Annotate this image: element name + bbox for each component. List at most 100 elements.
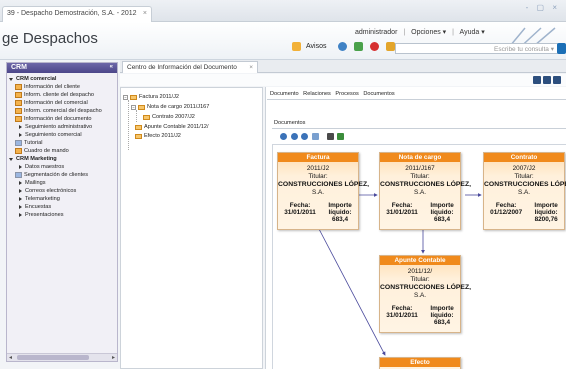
card-titular-label: Titular: <box>514 173 534 180</box>
document-card-apunte-contable[interactable]: Apunte Contable 2011/12/ Titular: CONSTR… <box>379 255 472 333</box>
sidebar-item-cuadro-mando[interactable]: Cuadro de mando <box>9 147 117 155</box>
menu-documentos[interactable]: Documentos <box>363 91 394 97</box>
card-number: 2011/J167 <box>405 165 435 172</box>
chevron-right-icon <box>19 125 22 129</box>
chart-icon[interactable] <box>354 42 364 51</box>
sidebar-item-encuestas[interactable]: Encuestas <box>9 203 117 211</box>
chevron-right-icon <box>19 165 22 169</box>
globe-icon[interactable] <box>338 42 348 51</box>
collapse-icon[interactable]: « <box>110 64 113 70</box>
search-icon[interactable] <box>557 43 566 54</box>
card-titular-label: Titular: <box>410 276 430 283</box>
sidebar-item-informacion-cliente[interactable]: Información del cliente <box>9 83 117 91</box>
card-company: CONSTRUCCIONES LÓPEZ, <box>278 181 370 188</box>
zoom-reset-icon[interactable] <box>312 133 320 140</box>
print-icon[interactable] <box>543 76 551 84</box>
sidebar-item-informacion-comercial[interactable]: Información del comercial <box>9 99 117 107</box>
scroll-left-icon[interactable]: ◂ <box>9 354 12 361</box>
report-icon <box>15 84 22 90</box>
scroll-right-icon[interactable]: ▸ <box>112 354 115 361</box>
sidebar-item-inform-comercial-despacho[interactable]: Inform. comercial del despacho <box>9 107 117 115</box>
sidebar-header: CRM « <box>7 63 117 73</box>
scrollbar-thumb[interactable] <box>17 355 89 360</box>
search-input[interactable]: Escribe tu consulta ▾ <box>395 43 558 54</box>
tree-node-nota-cargo[interactable]: − Nota de cargo 2011/J167 <box>131 104 209 110</box>
card-importe: 683,4 <box>332 216 349 223</box>
sidebar-item-crm-comercial[interactable]: CRM comercial <box>9 75 117 83</box>
help-icon[interactable] <box>533 76 541 84</box>
card-importe: 683,4 <box>434 319 451 326</box>
document-icon <box>135 124 142 130</box>
export-icon[interactable] <box>337 133 345 140</box>
help-menu[interactable]: Ayuda ▾ <box>460 29 485 36</box>
sidebar-item-tutorial[interactable]: Tutorial <box>9 139 117 147</box>
card-fecha: 01/12/2007 <box>490 209 523 216</box>
sidebar-item-correos[interactable]: Correos electrónicos <box>9 187 117 195</box>
card-number: 2011/12/ <box>407 268 433 275</box>
sidebar-item-seguimiento-administrativo[interactable]: Seguimiento administrativo <box>9 123 117 131</box>
sidebar-item-presentaciones[interactable]: Presentaciones <box>9 211 117 219</box>
menu-documento[interactable]: Documento <box>270 91 299 97</box>
chevron-right-icon <box>19 197 22 201</box>
collapse-icon[interactable]: − <box>131 104 136 110</box>
tree-node-factura[interactable]: − Factura 2011/J2 <box>123 94 179 100</box>
separator: | <box>452 29 454 36</box>
document-icon <box>143 114 150 120</box>
zoom-fit-icon[interactable] <box>301 133 309 140</box>
card-type: Factura <box>278 153 358 162</box>
document-card-contrato[interactable]: Contrato 2007/J2 Titular: CONSTRUCCIONES… <box>483 152 566 230</box>
window-controls[interactable]: - ▢ × <box>526 3 560 12</box>
menu-procesos[interactable]: Procesos <box>335 91 358 97</box>
sidebar-scrollbar[interactable]: ◂ ▸ <box>7 353 117 361</box>
avisos-link[interactable]: Avisos <box>306 43 327 50</box>
zoom-out-icon[interactable] <box>290 133 298 140</box>
main-toolbar <box>120 74 566 86</box>
user-links: administrador | Opciones ▾ | Ayuda ▾ <box>355 28 489 36</box>
tab-label: Centro de Información del Documento <box>127 64 237 71</box>
sidebar-item-datos-maestros[interactable]: Datos maestros <box>9 163 117 171</box>
report-icon <box>15 100 22 106</box>
close-icon[interactable]: × <box>249 64 253 71</box>
stop-icon[interactable] <box>370 42 380 51</box>
sidebar-item-crm-marketing[interactable]: CRM Marketing <box>9 155 117 163</box>
user-link[interactable]: administrador <box>355 29 397 36</box>
refresh-icon[interactable] <box>553 76 561 84</box>
sidebar-item-segmentacion-clientes[interactable]: Segmentación de clientes <box>9 171 117 179</box>
sidebar-item-informacion-documento[interactable]: Información del documento <box>9 115 117 123</box>
zoom-in-icon[interactable] <box>280 133 287 140</box>
report-icon <box>15 108 22 114</box>
tutorial-icon <box>15 140 22 146</box>
collapse-icon[interactable]: − <box>123 94 128 100</box>
chevron-right-icon <box>19 189 22 193</box>
document-card-factura[interactable]: Factura 2011/J2 Titular: CONSTRUCCIONES … <box>277 152 370 230</box>
tree-node-contrato[interactable]: Contrato 2007/J2 <box>143 114 195 120</box>
report-icon <box>15 92 22 98</box>
options-menu[interactable]: Opciones ▾ <box>411 29 446 36</box>
card-company: CONSTRUCCIONES LÓPEZ, <box>380 284 472 291</box>
card-importe-label: Importe <box>430 202 454 209</box>
tab-centro-informacion[interactable]: Centro de Información del Documento × <box>122 61 258 73</box>
card-importe: 683,4 <box>434 216 451 223</box>
sidebar-item-telemarketing[interactable]: Telemarketing <box>9 195 117 203</box>
card-type: Efecto <box>380 358 460 367</box>
sidebar: CRM « CRM comercial Información del clie… <box>6 62 118 362</box>
sidebar-item-mailings[interactable]: Mailings <box>9 179 117 187</box>
documents-section-label: Documentos <box>274 120 306 126</box>
folder-icon[interactable] <box>386 42 396 51</box>
menu-relaciones[interactable]: Relaciones <box>303 91 331 97</box>
card-importe-label: Importe <box>328 202 352 209</box>
bell-icon[interactable] <box>292 42 301 51</box>
document-card-nota-cargo[interactable]: Nota de cargo 2011/J167 Titular: CONSTRU… <box>379 152 471 230</box>
sidebar-item-seguimiento-comercial[interactable]: Seguimiento comercial <box>9 131 117 139</box>
print-icon[interactable] <box>326 133 334 140</box>
card-liquido-label: líquido: <box>328 209 352 216</box>
sidebar-item-inform-cliente-despacho[interactable]: Inform. cliente del despacho <box>9 91 117 99</box>
document-card-efecto[interactable]: Efecto <box>379 357 461 369</box>
card-type: Contrato <box>484 153 564 162</box>
tree-node-efecto[interactable]: Efecto 2011/J2 <box>135 133 181 139</box>
browser-tab[interactable]: 39 - Despacho Demostración, S.A. - 2012 … <box>2 6 152 22</box>
card-type: Apunte Contable <box>380 256 460 265</box>
detail-menu: Documento Relaciones Procesos Documentos <box>270 91 398 97</box>
tree-node-apunte[interactable]: Apunte Contable 2011/12/ <box>135 124 209 130</box>
close-icon[interactable]: × <box>143 10 147 17</box>
